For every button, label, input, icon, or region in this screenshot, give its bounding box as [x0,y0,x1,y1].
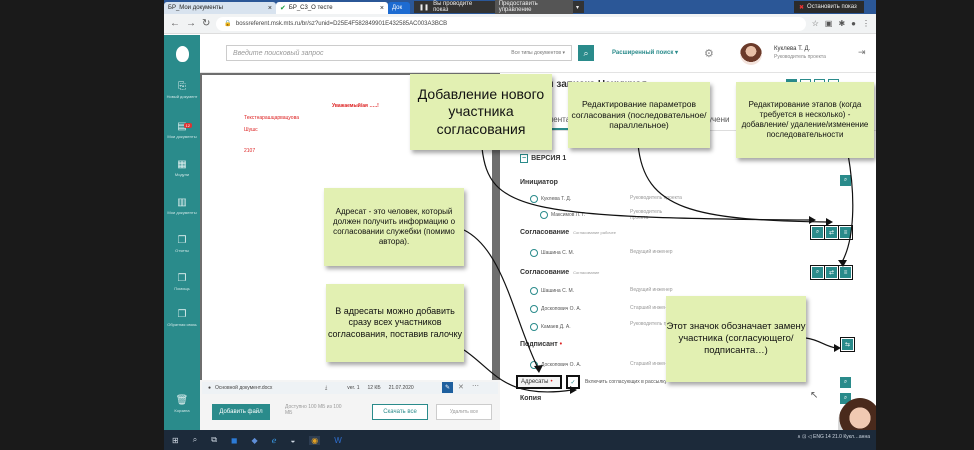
clock-date: 21.0 [832,434,842,440]
webcam-label: Кукл…анна [843,434,870,440]
note-add-participant: Добавление нового участника согласования [410,74,552,150]
arrow-head [834,344,841,352]
arrow-edit-stages [841,153,854,263]
note-replace-icon: Этот значок обозначает замену участника … [666,296,806,382]
edge-icon[interactable]: ℯ [272,436,277,445]
arrow-head [534,365,543,373]
task-view-icon[interactable]: ⧉ [211,435,217,445]
arrow-replace [805,337,837,349]
word-icon[interactable]: W [334,436,342,445]
tray-icons[interactable]: ∧ ⊡ ◁ [797,434,811,440]
language-indicator[interactable]: ENG [813,434,824,440]
arrow-head [809,216,816,224]
note-add-all: В адресаты можно добавить сразу всех уча… [326,284,464,362]
arrow-head [826,218,833,226]
app-icon[interactable]: ◒ [290,436,295,445]
windows-icon[interactable]: ⊞ [172,436,179,445]
note-edit-stages: Редактирование этапов (когда требуется в… [736,82,874,158]
arrow-head [570,386,577,394]
cursor-icon: ↖ [810,390,819,401]
arrow-add-all [463,349,573,393]
arrow-add-participant [481,147,810,221]
windows-taskbar: ⊞ ⌕ ⧉ ◼ ◆ ℯ ◒ ◉ W ∧ ⊡ ◁ ENG 14 21.0 Кукл… [164,430,876,450]
note-addressee: Адресат - это человек, который должен по… [324,188,464,266]
note-edit-params: Редактирование параметров согласования (… [568,82,710,148]
outlook-icon[interactable]: ◼ [231,436,238,445]
clock-time: 14 [825,434,831,440]
search-icon[interactable]: ⌕ [193,435,197,445]
system-tray: ∧ ⊡ ◁ ENG 14 21.0 Кукл…анна [797,434,870,440]
chrome-icon[interactable]: ◉ [309,435,321,445]
screen-share-frame: БР_Мои документы × ✔ БР_С3_О тесте × Док… [164,0,876,450]
arrow-head [838,260,847,267]
arrow-addressee [463,229,539,369]
teams-icon[interactable]: ◆ [252,436,258,445]
annotation-arrows [463,143,854,394]
